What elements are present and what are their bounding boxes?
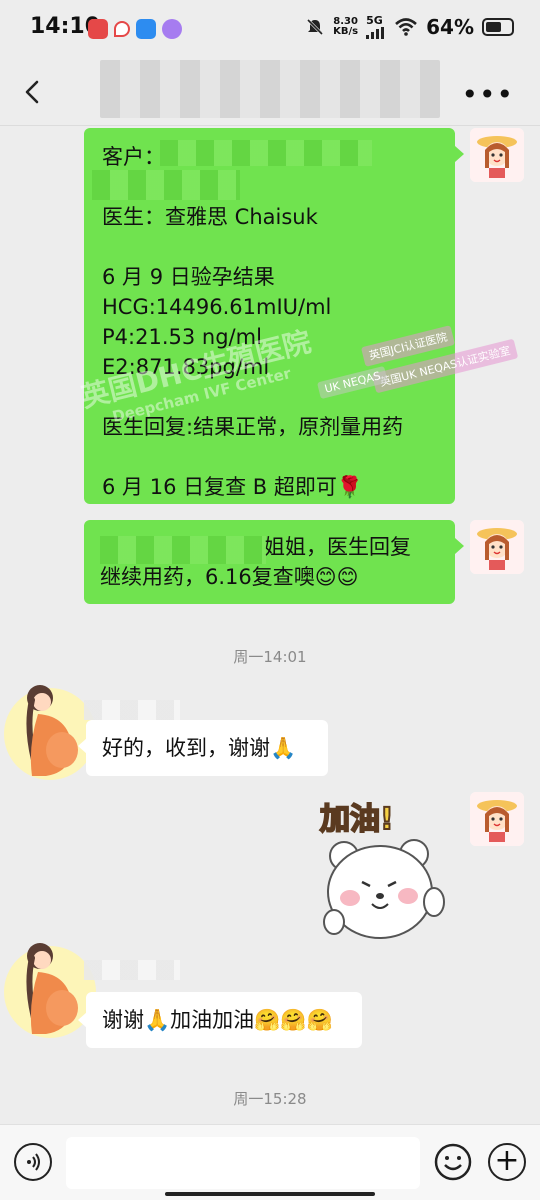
message-2: 姐姐，医生回复 继续用药，6.16复查噢😊😊 xyxy=(0,518,540,608)
message-text: 好的，收到，谢谢🙏 xyxy=(102,736,297,760)
status-right: 8.30 KB/s 5G 64% xyxy=(305,14,514,39)
speed-value: 8.30 xyxy=(333,15,358,27)
battery-percent: 64% xyxy=(426,14,474,39)
timestamp: 周一14:01 xyxy=(233,648,307,666)
redacted-name xyxy=(100,536,266,564)
battery-level xyxy=(486,21,501,32)
timestamp: 周一15:28 xyxy=(233,1090,307,1108)
contact-avatar[interactable] xyxy=(2,676,98,786)
message-line: HCG:14496.61mIU/ml xyxy=(102,295,332,319)
message-text: 谢谢🙏加油加油🤗🤗🤗 xyxy=(102,1008,333,1032)
message-line: 医生：查雅思 Chaisuk xyxy=(102,205,318,229)
signal-group: 5G xyxy=(366,14,386,39)
pregnant-woman-avatar-icon xyxy=(4,685,96,780)
chat-title-redacted xyxy=(100,60,440,118)
redacted-client-info xyxy=(92,170,240,200)
app-notification-icon xyxy=(88,19,108,39)
message-3: 好的，收到，谢谢🙏 xyxy=(0,676,540,796)
signal-icon xyxy=(366,27,385,39)
map-pin-icon xyxy=(114,21,130,37)
more-options-icon[interactable]: ••• xyxy=(461,78,514,111)
message-input[interactable] xyxy=(66,1137,420,1189)
redacted-contact-name xyxy=(84,960,180,980)
wifi-icon xyxy=(395,17,417,36)
mute-bell-icon xyxy=(307,18,324,35)
redacted-contact-name xyxy=(84,700,180,720)
notification-icons xyxy=(88,19,182,39)
bubble-tail xyxy=(455,146,464,162)
message-line: 继续用药，6.16复查噢😊😊 xyxy=(100,565,359,589)
home-indicator xyxy=(165,1192,375,1196)
self-avatar[interactable] xyxy=(470,792,524,846)
message-line: 6 月 9 日验孕结果 xyxy=(102,265,275,289)
message-line: 6 月 16 日复查 B 超即可🌹 xyxy=(102,475,364,499)
cartoon-girl-avatar-icon xyxy=(470,128,524,182)
chat-header: ••• xyxy=(0,58,540,126)
sticker[interactable]: 加油! xyxy=(314,790,454,954)
emoji-icon[interactable] xyxy=(434,1143,472,1181)
status-bar: 14:10 8.30 KB/s 5G 64% xyxy=(0,0,540,58)
message-bubble-4[interactable]: 谢谢🙏加油加油🤗🤗🤗 xyxy=(86,992,362,1048)
battery-icon xyxy=(482,17,514,36)
message-line xyxy=(102,442,437,472)
redacted-client-name xyxy=(160,140,372,166)
cloud-app-icon xyxy=(136,19,156,39)
network-speed: 8.30 KB/s xyxy=(333,15,359,37)
plus-icon[interactable]: + xyxy=(488,1143,526,1181)
voice-input-icon[interactable] xyxy=(14,1143,52,1181)
wallet-app-icon xyxy=(162,19,182,39)
cartoon-girl-avatar-icon xyxy=(470,520,524,574)
message-bubble-3[interactable]: 好的，收到，谢谢🙏 xyxy=(86,720,328,776)
sound-waves-icon xyxy=(27,1153,40,1171)
speed-unit: KB/s xyxy=(333,25,359,37)
input-bar: + xyxy=(0,1124,540,1200)
message-4: 谢谢🙏加油加油🤗🤗🤗 xyxy=(0,934,540,1054)
self-avatar[interactable] xyxy=(470,128,524,182)
network-type: 5G xyxy=(366,14,383,27)
message-1: 客户： 医生：查雅思 Chaisuk 6 月 9 日验孕结果 HCG:14496… xyxy=(0,126,540,506)
cartoon-girl-avatar-icon xyxy=(470,792,524,846)
message-line xyxy=(102,232,437,262)
back-arrow-icon[interactable] xyxy=(20,78,48,106)
bubble-tail xyxy=(455,538,464,554)
self-avatar[interactable] xyxy=(470,520,524,574)
